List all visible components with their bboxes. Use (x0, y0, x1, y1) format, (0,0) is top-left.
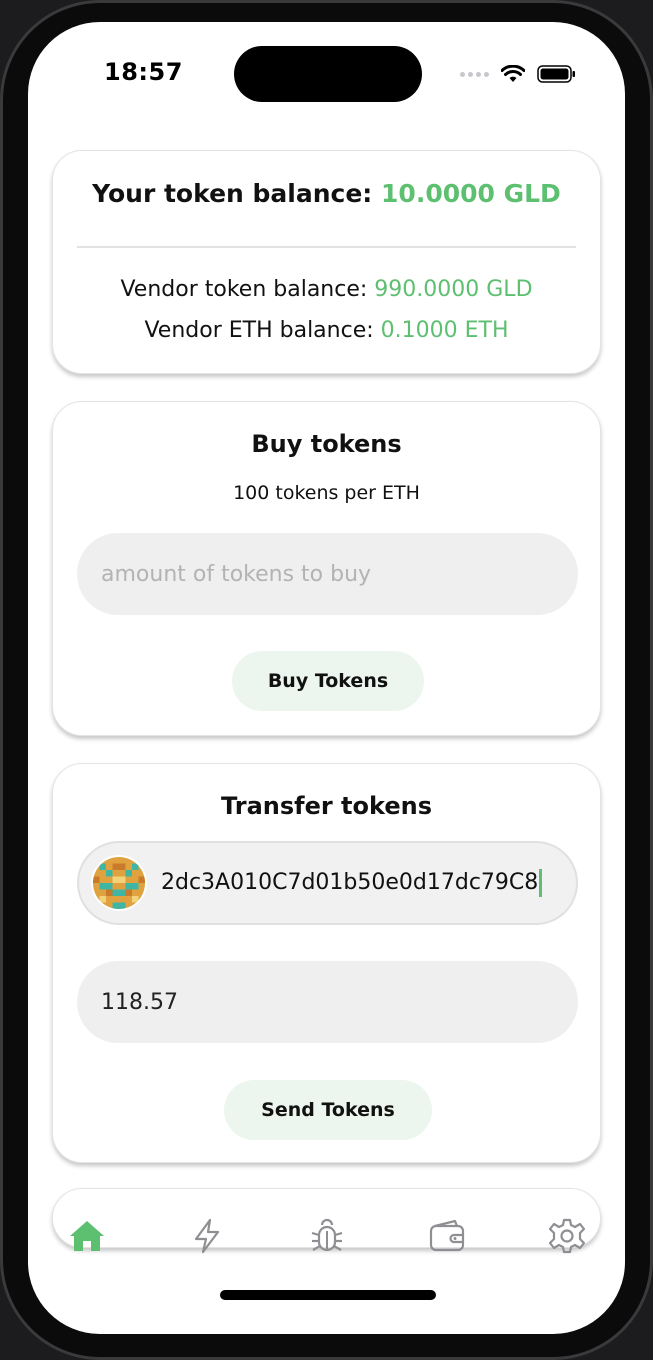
tab-activity[interactable] (181, 1210, 233, 1262)
status-time: 18:57 (104, 58, 183, 86)
battery-icon (537, 65, 575, 83)
token-rate: 100 tokens per ETH (233, 482, 420, 504)
transfer-amount-input[interactable]: 118.57 (77, 961, 578, 1043)
status-indicators (460, 62, 577, 86)
recipient-address-input[interactable]: 2dc3A010C7d01b50e0d17dc79C8 (77, 841, 578, 925)
text-caret (539, 869, 543, 897)
your-balance-value: 10.0000 GLD (381, 179, 561, 208)
vendor-eth-value: 0.1000 ETH (380, 318, 509, 343)
dynamic-island (234, 46, 422, 102)
tab-debug[interactable] (301, 1210, 353, 1262)
balance-card: Your token balance: 10.0000 GLD Vendor t… (52, 150, 601, 374)
tab-wallet[interactable] (421, 1210, 473, 1262)
vendor-token-value: 990.0000 GLD (374, 277, 533, 302)
lightning-icon (194, 1218, 220, 1254)
bottom-tab-bar (28, 1210, 625, 1262)
vendor-token-balance: Vendor token balance: 990.0000 GLD (53, 277, 600, 302)
tab-settings[interactable] (541, 1210, 593, 1262)
wifi-icon (501, 65, 525, 82)
vendor-token-label: Vendor token balance: (120, 277, 368, 302)
buy-tokens-card: Buy tokens 100 tokens per ETH amount of … (52, 401, 601, 736)
buy-amount-input[interactable]: amount of tokens to buy (77, 533, 578, 615)
buy-tokens-title: Buy tokens (251, 430, 402, 458)
divider (77, 246, 576, 248)
buy-tokens-button[interactable]: Buy Tokens (232, 651, 424, 711)
transfer-tokens-title: Transfer tokens (221, 792, 432, 820)
vendor-eth-label: Vendor ETH balance: (144, 318, 374, 343)
send-tokens-button[interactable]: Send Tokens (224, 1080, 432, 1140)
tab-home[interactable] (61, 1210, 113, 1262)
home-icon (70, 1221, 104, 1251)
recipient-address-text: 2dc3A010C7d01b50e0d17dc79C8 (161, 869, 576, 897)
vendor-eth-balance: Vendor ETH balance: 0.1000 ETH (53, 318, 600, 343)
your-token-balance: Your token balance: 10.0000 GLD (53, 179, 600, 208)
recipient-address-value: 2dc3A010C7d01b50e0d17dc79C8 (161, 870, 539, 895)
gear-icon (549, 1218, 585, 1254)
cellular-signal-icon (460, 71, 489, 77)
transfer-tokens-card: Transfer tokens 2dc3A010C7d01b50e0d17dc7… (52, 763, 601, 1163)
your-balance-label: Your token balance: (92, 179, 373, 208)
home-indicator (220, 1290, 436, 1300)
bug-icon (311, 1218, 343, 1252)
address-avatar (91, 855, 147, 911)
app-screen: 18:57 Your token balance: 10.0000 GLD Ve… (28, 22, 625, 1334)
wallet-icon (429, 1220, 465, 1252)
